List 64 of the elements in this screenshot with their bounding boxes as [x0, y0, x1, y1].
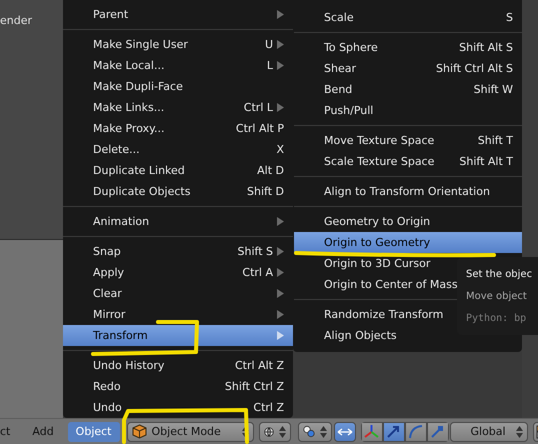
- menu-item[interactable]: Bend Shift W: [294, 79, 522, 100]
- circles-icon: [302, 424, 314, 439]
- manipulator-toggle[interactable]: [334, 422, 356, 442]
- submenu-arrow-icon: [277, 310, 284, 319]
- submenu-arrow-icon: [277, 217, 284, 226]
- rotate-toggle[interactable]: [404, 422, 426, 442]
- shading-dropdown[interactable]: [258, 422, 290, 442]
- tooltip-description: Move object: [466, 291, 527, 302]
- submenu-arrow-icon: [277, 268, 284, 277]
- menu-item[interactable]: Duplicate Objects Shift D: [63, 181, 293, 202]
- menu-item[interactable]: Redo Shift Ctrl Z: [63, 376, 293, 397]
- menu-item[interactable]: Duplicate Linked Alt D: [63, 160, 293, 181]
- square-handle-icon: [430, 424, 445, 439]
- menu-item[interactable]: To Sphere Shift Alt S: [294, 37, 522, 58]
- header-menu[interactable]: Object: [68, 422, 120, 442]
- menu-item[interactable]: Make Dupli-Face: [63, 76, 293, 97]
- header-menu[interactable]: Add: [24, 422, 62, 442]
- menu-item[interactable]: Apply Ctrl A: [63, 262, 293, 283]
- menu-item[interactable]: Make Single User U: [63, 34, 293, 55]
- menu-item[interactable]: Make Links... Ctrl L: [63, 97, 293, 118]
- menu-item[interactable]: Geometry to Origin: [294, 211, 522, 232]
- cube-icon: [132, 424, 146, 439]
- menu-item[interactable]: Move Texture Space Shift T: [294, 130, 522, 151]
- submenu-arrow-icon: [277, 103, 284, 112]
- submenu-arrow-icon: [277, 331, 284, 340]
- menu-item[interactable]: Shear Shift Ctrl Alt S: [294, 58, 522, 79]
- globe-icon: [264, 424, 274, 438]
- menu-item[interactable]: Undo History Ctrl Alt Z: [63, 355, 293, 376]
- mode-dropdown[interactable]: Object Mode: [126, 422, 254, 442]
- submenu-arrow-icon: [277, 10, 284, 19]
- menu-item[interactable]: Animation: [63, 211, 293, 232]
- menu-item[interactable]: Parent: [63, 4, 293, 25]
- menu-item[interactable]: Make Local... L: [63, 55, 293, 76]
- up-down-arrows-icon: [516, 426, 522, 438]
- submenu-arrow-icon: [277, 247, 284, 256]
- menu-item[interactable]: Mirror: [63, 304, 293, 325]
- menu-item[interactable]: Scale Texture Space Shift Alt T: [294, 151, 522, 172]
- scale-toggle[interactable]: [426, 422, 448, 442]
- menu-item[interactable]: Clear: [63, 283, 293, 304]
- orientation-dropdown[interactable]: Global: [450, 422, 528, 442]
- up-down-arrows-icon: [320, 426, 326, 438]
- axes-icon: [364, 424, 379, 439]
- tooltip-title: Set the objec: [466, 269, 532, 280]
- arrow-icon: [386, 424, 401, 439]
- up-down-arrows-icon: [278, 426, 286, 438]
- arc-icon: [408, 424, 423, 439]
- tooltip-python: Python: bp: [466, 313, 526, 324]
- menu-item[interactable]: Scale S: [294, 7, 522, 28]
- submenu-arrow-icon: [277, 61, 284, 70]
- header-menu[interactable]: ct: [0, 422, 18, 442]
- panel-label: ender: [0, 14, 32, 27]
- menu-item[interactable]: Delete... X: [63, 139, 293, 160]
- menu-item[interactable]: Make Proxy... Ctrl Alt P: [63, 118, 293, 139]
- menu-item[interactable]: Align to Transform Orientation: [294, 181, 522, 202]
- menu-item[interactable]: Undo Ctrl Z: [63, 397, 293, 418]
- menu-item[interactable]: Push/Pull: [294, 100, 522, 121]
- menu-item[interactable]: Snap Shift S: [63, 241, 293, 262]
- submenu-arrow-icon: [277, 289, 284, 298]
- translate-toggle[interactable]: [382, 422, 404, 442]
- menu-item[interactable]: Origin to Geometry: [294, 232, 522, 253]
- menu-item[interactable]: Transform: [63, 325, 293, 346]
- pivot-dropdown[interactable]: [298, 422, 332, 442]
- axes-toggle[interactable]: [360, 422, 382, 442]
- submenu-arrow-icon: [277, 40, 284, 49]
